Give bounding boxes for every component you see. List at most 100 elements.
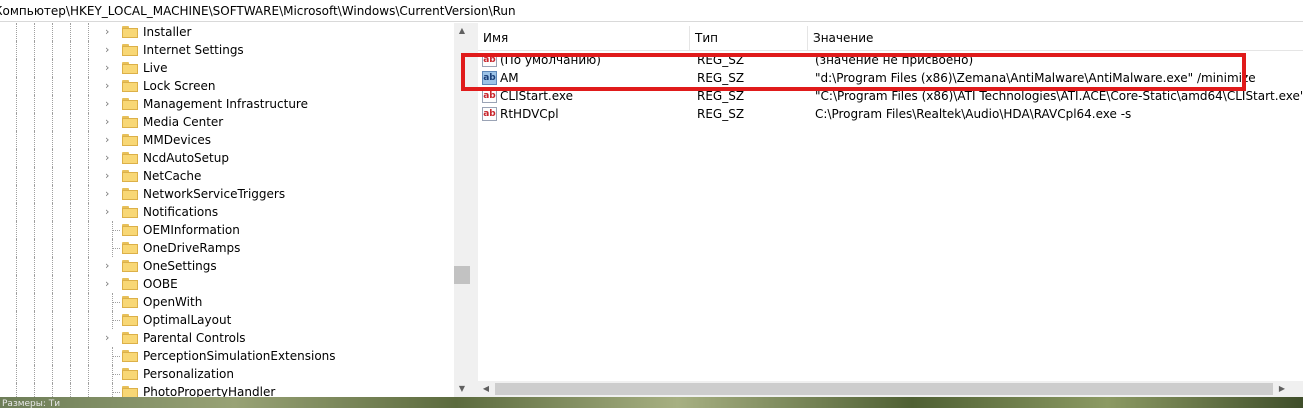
tree-guide-line: [34, 113, 35, 131]
tree-guide-line: [34, 185, 35, 203]
tree-scrollbar[interactable]: ▲ ▼: [454, 23, 470, 397]
tree-item[interactable]: PerceptionSimulationExtensions: [0, 347, 455, 365]
tree-guide-line: [34, 131, 35, 149]
value-row[interactable]: ab (По умолчанию) REG_SZ (значение не присв…: [478, 51, 1303, 69]
tree-guide-line: [70, 221, 71, 239]
chevron-right-icon[interactable]: ›: [105, 61, 115, 75]
tree-guide-line: [16, 311, 17, 329]
tree-guide-line: [34, 167, 35, 185]
tree-item[interactable]: › MMDevices: [0, 131, 455, 149]
address-bar[interactable]: Компьютер\HKEY_LOCAL_MACHINE\SOFTWARE\Mi…: [0, 0, 1303, 22]
value-data: C:\Program Files\Realtek\Audio\HDA\RAVCp…: [815, 107, 1132, 121]
value-name: RtHDVCpl: [500, 107, 559, 121]
chevron-right-icon[interactable]: ›: [105, 169, 115, 183]
tree-item-label: Internet Settings: [143, 43, 244, 57]
chevron-right-icon[interactable]: ›: [105, 97, 115, 111]
tree-guide-line: [88, 365, 89, 383]
value-row[interactable]: ab CLIStart.exe REG_SZ "C:\Program Files (x…: [478, 87, 1303, 105]
folder-icon: [122, 152, 138, 164]
tree-guide-line: [88, 329, 89, 347]
chevron-right-icon[interactable]: ›: [105, 331, 115, 345]
tree-guide-line: [52, 365, 53, 383]
tree-guide-line: [52, 383, 53, 397]
folder-icon: [122, 278, 138, 290]
folder-icon: [122, 350, 138, 362]
value-row[interactable]: ab RtHDVCpl REG_SZ C:\Program Files\Realtek…: [478, 105, 1303, 123]
scroll-down-arrow-icon[interactable]: ▼: [454, 381, 470, 397]
column-header-name[interactable]: Имя: [478, 26, 690, 50]
chevron-right-icon[interactable]: ›: [105, 151, 115, 165]
scroll-corner: [1290, 381, 1303, 397]
tree-item[interactable]: › Notifications: [0, 203, 455, 221]
tree-item[interactable]: › Management Infrastructure: [0, 95, 455, 113]
tree-item-label: NcdAutoSetup: [143, 151, 229, 165]
chevron-right-icon[interactable]: ›: [105, 115, 115, 129]
tree-guide-line: [16, 167, 17, 185]
tree-guide-line: [16, 59, 17, 77]
folder-icon: [122, 206, 138, 218]
tree-item[interactable]: › Installer: [0, 23, 455, 41]
tree-item[interactable]: OptimalLayout: [0, 311, 455, 329]
address-path[interactable]: Компьютер\HKEY_LOCAL_MACHINE\SOFTWARE\Mi…: [0, 0, 516, 21]
tree-item[interactable]: › Media Center: [0, 113, 455, 131]
column-header-type[interactable]: Тип: [690, 26, 808, 50]
chevron-right-icon[interactable]: ›: [105, 259, 115, 273]
tree-item[interactable]: › OneSettings: [0, 257, 455, 275]
value-row[interactable]: ab AM REG_SZ "d:\Program Files (x86)\Zemana…: [478, 69, 1303, 87]
tree-item[interactable]: › Internet Settings: [0, 41, 455, 59]
scroll-left-arrow-icon[interactable]: ◀: [478, 381, 494, 397]
folder-icon: [122, 368, 138, 380]
chevron-right-icon[interactable]: ›: [105, 133, 115, 147]
tree-item[interactable]: › Lock Screen: [0, 77, 455, 95]
tree-item[interactable]: › NcdAutoSetup: [0, 149, 455, 167]
scroll-right-arrow-icon[interactable]: ▶: [1274, 381, 1290, 397]
chevron-right-icon[interactable]: ›: [105, 277, 115, 291]
value-type: REG_SZ: [697, 53, 745, 67]
scroll-thumb[interactable]: [454, 266, 470, 284]
tree-guide-line: [70, 77, 71, 95]
tree-guide-line: [112, 383, 113, 397]
tree-guide-line: [34, 275, 35, 293]
tree-guide-line: [16, 221, 17, 239]
tree-guide-line: [70, 347, 71, 365]
folder-icon: [122, 62, 138, 74]
tree-item-label: OneSettings: [143, 259, 217, 273]
scroll-up-arrow-icon[interactable]: ▲: [454, 23, 470, 39]
tree-guide-line: [88, 311, 89, 329]
tree-guide-line: [16, 149, 17, 167]
column-header-value[interactable]: Значение: [808, 26, 1303, 50]
chevron-right-icon[interactable]: ›: [105, 79, 115, 93]
tree-guide-line: [16, 257, 17, 275]
pane-splitter[interactable]: [470, 23, 478, 397]
tree-item[interactable]: PhotoPropertyHandler: [0, 383, 455, 397]
list-horizontal-scrollbar[interactable]: ◀ ▶: [478, 381, 1290, 397]
tree-guide-line: [34, 41, 35, 59]
tree-guide-line: [16, 293, 17, 311]
tree-item[interactable]: OEMInformation: [0, 221, 455, 239]
chevron-right-icon[interactable]: ›: [105, 187, 115, 201]
tree-guide-line: [16, 329, 17, 347]
tree-item-label: NetworkServiceTriggers: [143, 187, 286, 201]
tree-item[interactable]: › Live: [0, 59, 455, 77]
values-list[interactable]: Имя Тип Значение ab (По умолчанию) REG_SZ(…: [478, 23, 1303, 397]
tree-item-label: OEMInformation: [143, 223, 240, 237]
column-header: Имя Тип Значение: [478, 26, 1303, 51]
tree-item-label: Management Infrastructure: [143, 97, 308, 111]
tree-item[interactable]: › OOBE: [0, 275, 455, 293]
folder-icon: [122, 26, 138, 38]
registry-tree[interactable]: › Installer › Internet Settings › Live › Lock S…: [0, 23, 470, 397]
tree-guide-line: [34, 221, 35, 239]
chevron-right-icon[interactable]: ›: [105, 205, 115, 219]
tree-branch-line: [112, 248, 120, 249]
tree-item[interactable]: › NetworkServiceTriggers: [0, 185, 455, 203]
tree-item[interactable]: Personalization: [0, 365, 455, 383]
chevron-right-icon[interactable]: ›: [105, 25, 115, 39]
horizontal-scroll-thumb[interactable]: [495, 383, 1273, 395]
tree-item[interactable]: OpenWith: [0, 293, 455, 311]
tree-guide-line: [16, 41, 17, 59]
tree-item[interactable]: › Parental Controls: [0, 329, 455, 347]
chevron-right-icon[interactable]: ›: [105, 43, 115, 57]
tree-guide-line: [34, 347, 35, 365]
tree-item[interactable]: › NetCache: [0, 167, 455, 185]
tree-item[interactable]: OneDriveRamps: [0, 239, 455, 257]
